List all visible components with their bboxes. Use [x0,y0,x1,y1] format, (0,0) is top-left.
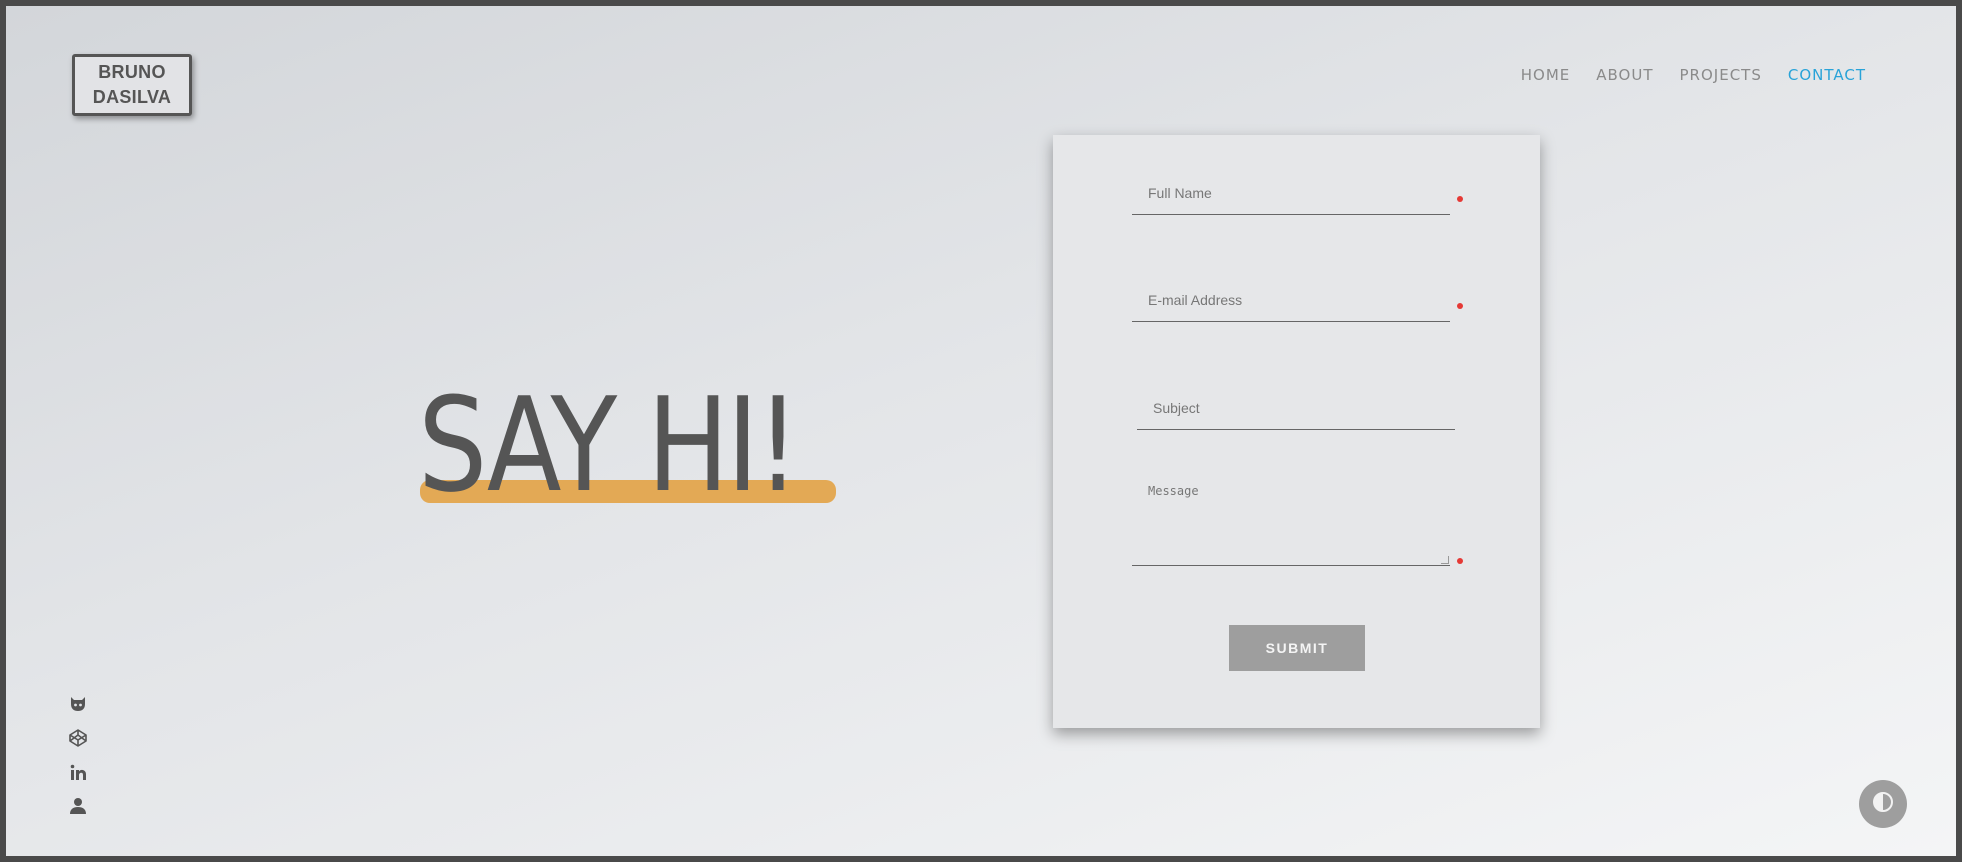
contrast-icon [1872,791,1894,818]
nav-home[interactable]: HOME [1521,66,1571,84]
resize-handle[interactable] [1441,556,1449,564]
social-links [68,694,88,816]
page-title: SAY HI! [418,369,800,521]
github-icon[interactable] [68,694,88,714]
email-placeholder: E-mail Address [1148,292,1243,308]
logo-line-1: BRUNO [98,62,166,82]
nav-projects[interactable]: PROJECTS [1680,66,1762,84]
required-indicator [1457,558,1463,564]
full-name-placeholder: Full Name [1148,185,1212,201]
nav-contact[interactable]: CONTACT [1788,66,1866,84]
logo[interactable]: BRUNO DASILVA [72,54,192,116]
subject-field[interactable]: Subject [1137,400,1455,430]
page: BRUNO DASILVA HOME ABOUT PROJECTS CONTAC… [6,6,1956,856]
logo-line-2: DASILVA [92,87,172,107]
user-icon[interactable] [68,796,88,816]
theme-toggle-button[interactable] [1859,780,1907,828]
main-nav: HOME ABOUT PROJECTS CONTACT [1521,66,1866,84]
nav-about[interactable]: ABOUT [1596,66,1653,84]
subject-placeholder: Subject [1153,400,1200,416]
contact-form: Full Name E-mail Address Subject Message… [1053,135,1540,728]
submit-button[interactable]: SUBMIT [1229,625,1365,671]
codepen-icon[interactable] [68,728,88,748]
message-field[interactable]: Message [1132,484,1450,566]
email-field[interactable]: E-mail Address [1132,292,1450,322]
required-indicator [1457,303,1463,309]
full-name-field[interactable]: Full Name [1132,185,1450,215]
message-placeholder: Message [1148,484,1199,498]
required-indicator [1457,196,1463,202]
linkedin-icon[interactable] [68,762,88,782]
hero: SAY HI! [418,380,870,510]
